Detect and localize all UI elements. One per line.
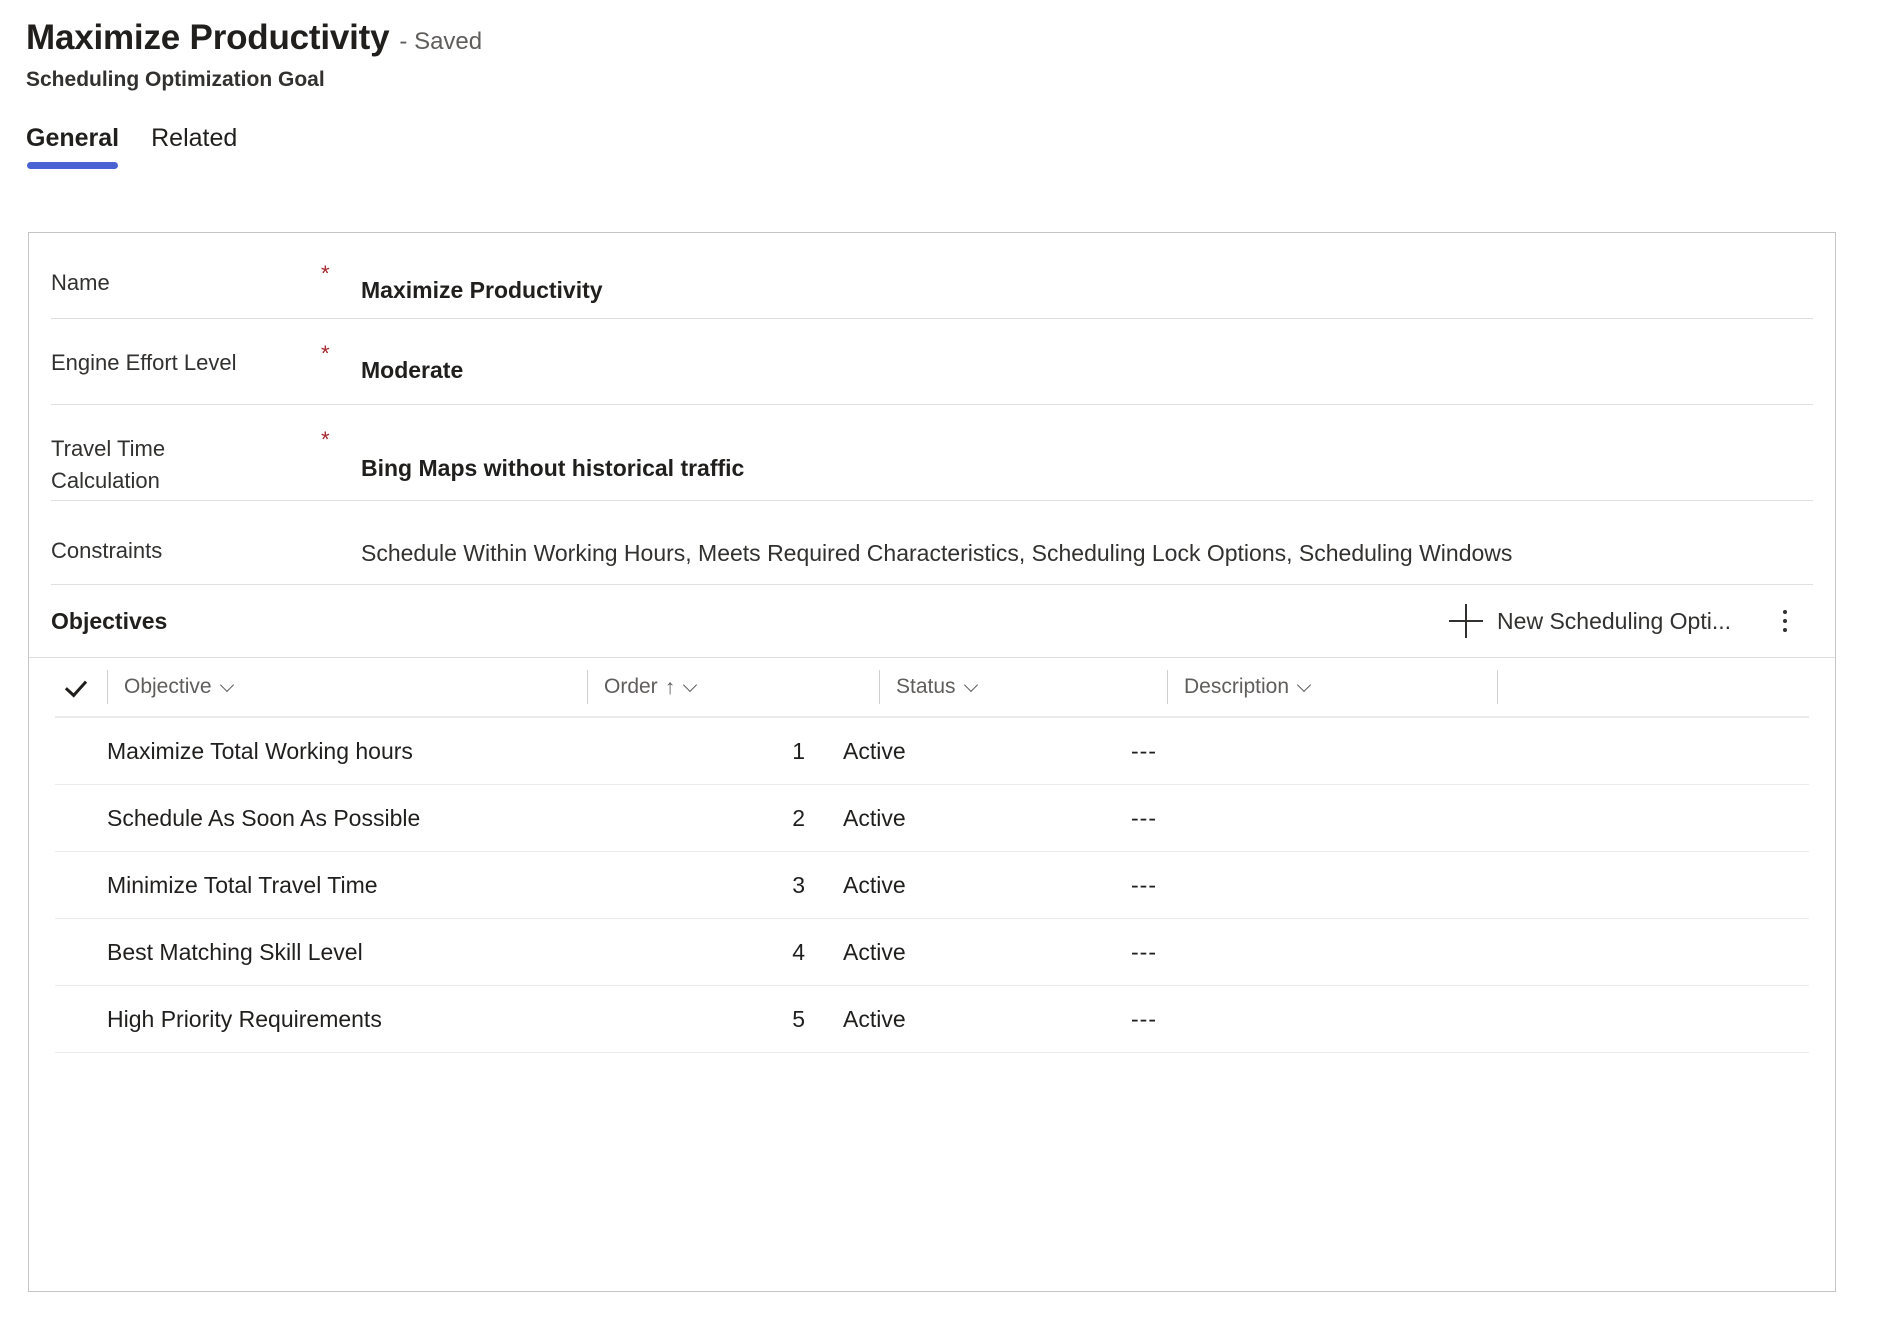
field-label-constraints: Constraints [51,538,163,563]
record-form-page: Maximize Productivity - Saved Scheduling… [0,0,1894,1340]
tab-related-label: Related [151,124,238,153]
field-label-travel-time-calculation: Travel Time Calculation [51,405,321,497]
field-value-travel-time-calculation[interactable]: Bing Maps without historical traffic [361,405,1813,484]
objectives-section-title: Objectives [51,607,168,634]
chevron-down-icon [965,680,980,695]
field-value-constraints[interactable]: Schedule Within Working Hours, Meets Req… [361,501,1813,569]
required-marker-name: * [321,261,330,286]
cell-order: 4 [792,938,805,965]
cell-description: --- [1131,871,1157,898]
more-vertical-icon[interactable] [1763,599,1807,643]
cell-objective[interactable]: Schedule As Soon As Possible [55,805,535,832]
page-title: Maximize Productivity [26,18,390,57]
new-scheduling-optimization-objective-button[interactable]: New Scheduling Opti... [1449,604,1731,638]
column-header-status[interactable]: Status [879,670,1167,704]
column-header-description[interactable]: Description [1167,670,1497,704]
cell-status: Active [843,871,906,898]
cell-description: --- [1131,737,1157,764]
field-list: Name * Maximize Productivity Engine Effo… [29,233,1835,585]
form-tablist: General Related [0,124,1894,170]
column-header-order[interactable]: Order ↑ [587,670,879,704]
checkmark-icon [67,676,89,698]
field-row-travel-time-calculation: Travel Time Calculation * Bing Maps with… [51,405,1813,501]
plus-icon [1449,604,1484,638]
dot [1783,628,1787,632]
tab-related[interactable]: Related [151,124,237,169]
field-label-line2: Calculation [51,467,160,493]
cell-objective[interactable]: Best Matching Skill Level [55,939,535,966]
chevron-down-icon [1298,680,1313,695]
field-row-name: Name * Maximize Productivity [51,233,1813,319]
objectives-subgrid-header: Objectives New Scheduling Opti... [29,585,1835,658]
cell-order: 2 [792,804,805,831]
cell-description: --- [1131,1005,1157,1032]
table-row[interactable]: High Priority Requirements 5 Active --- [55,986,1809,1053]
cell-description: --- [1131,804,1157,831]
cell-objective[interactable]: Minimize Total Travel Time [55,872,535,899]
entity-subtitle: Scheduling Optimization Goal [26,68,325,92]
cell-status: Active [843,804,906,831]
required-marker-constraints [321,501,361,523]
objectives-grid: Objective Order ↑ Status Description Max… [29,658,1835,1053]
column-header-order-label: Order [604,675,658,698]
cell-status: Active [843,938,906,965]
field-label-name: Name [51,270,110,295]
grid-header-row: Objective Order ↑ Status Description [55,658,1809,718]
title-line: Maximize Productivity - Saved [26,18,1894,58]
table-row[interactable]: Minimize Total Travel Time 3 Active --- [55,852,1809,919]
chevron-down-icon [684,680,699,695]
dot [1783,610,1787,614]
cell-order: 1 [792,737,805,764]
cell-objective[interactable]: Maximize Total Working hours [55,738,535,765]
sort-ascending-icon: ↑ [664,675,676,699]
table-row[interactable]: Maximize Total Working hours 1 Active --… [55,718,1809,785]
column-header-tail [1497,670,1508,704]
new-record-label: New Scheduling Opti... [1497,607,1731,634]
save-status: - Saved [399,28,483,55]
required-marker-engine-effort-level: * [321,341,330,366]
column-header-objective-label: Objective [124,675,212,698]
form-card: Name * Maximize Productivity Engine Effo… [28,232,1836,1292]
column-header-description-label: Description [1184,675,1290,698]
required-marker-travel-time-calculation: * [321,427,330,452]
tab-general[interactable]: General [26,124,120,170]
field-value-engine-effort-level[interactable]: Moderate [361,319,1813,386]
table-row[interactable]: Best Matching Skill Level 4 Active --- [55,919,1809,986]
field-row-constraints: Constraints Schedule Within Working Hour… [51,501,1813,585]
cell-objective[interactable]: High Priority Requirements [55,1006,535,1033]
column-header-objective[interactable]: Objective [107,670,587,704]
cell-status: Active [843,1005,906,1032]
tab-general-label: General [26,124,120,153]
field-label-engine-effort-level: Engine Effort Level [51,350,237,375]
select-all-cell[interactable] [55,676,107,698]
form-header: Maximize Productivity - Saved Scheduling… [0,0,1894,92]
cell-description: --- [1131,938,1157,965]
field-row-engine-effort-level: Engine Effort Level * Moderate [51,319,1813,405]
cell-status: Active [843,737,906,764]
chevron-down-icon [221,680,236,695]
dot [1783,619,1787,623]
column-header-status-label: Status [896,675,956,698]
field-value-name[interactable]: Maximize Productivity [361,239,1813,306]
field-label-line1: Travel Time [51,436,166,461]
cell-order: 3 [792,871,805,898]
cell-order: 5 [792,1005,805,1032]
table-row[interactable]: Schedule As Soon As Possible 2 Active --… [55,785,1809,852]
